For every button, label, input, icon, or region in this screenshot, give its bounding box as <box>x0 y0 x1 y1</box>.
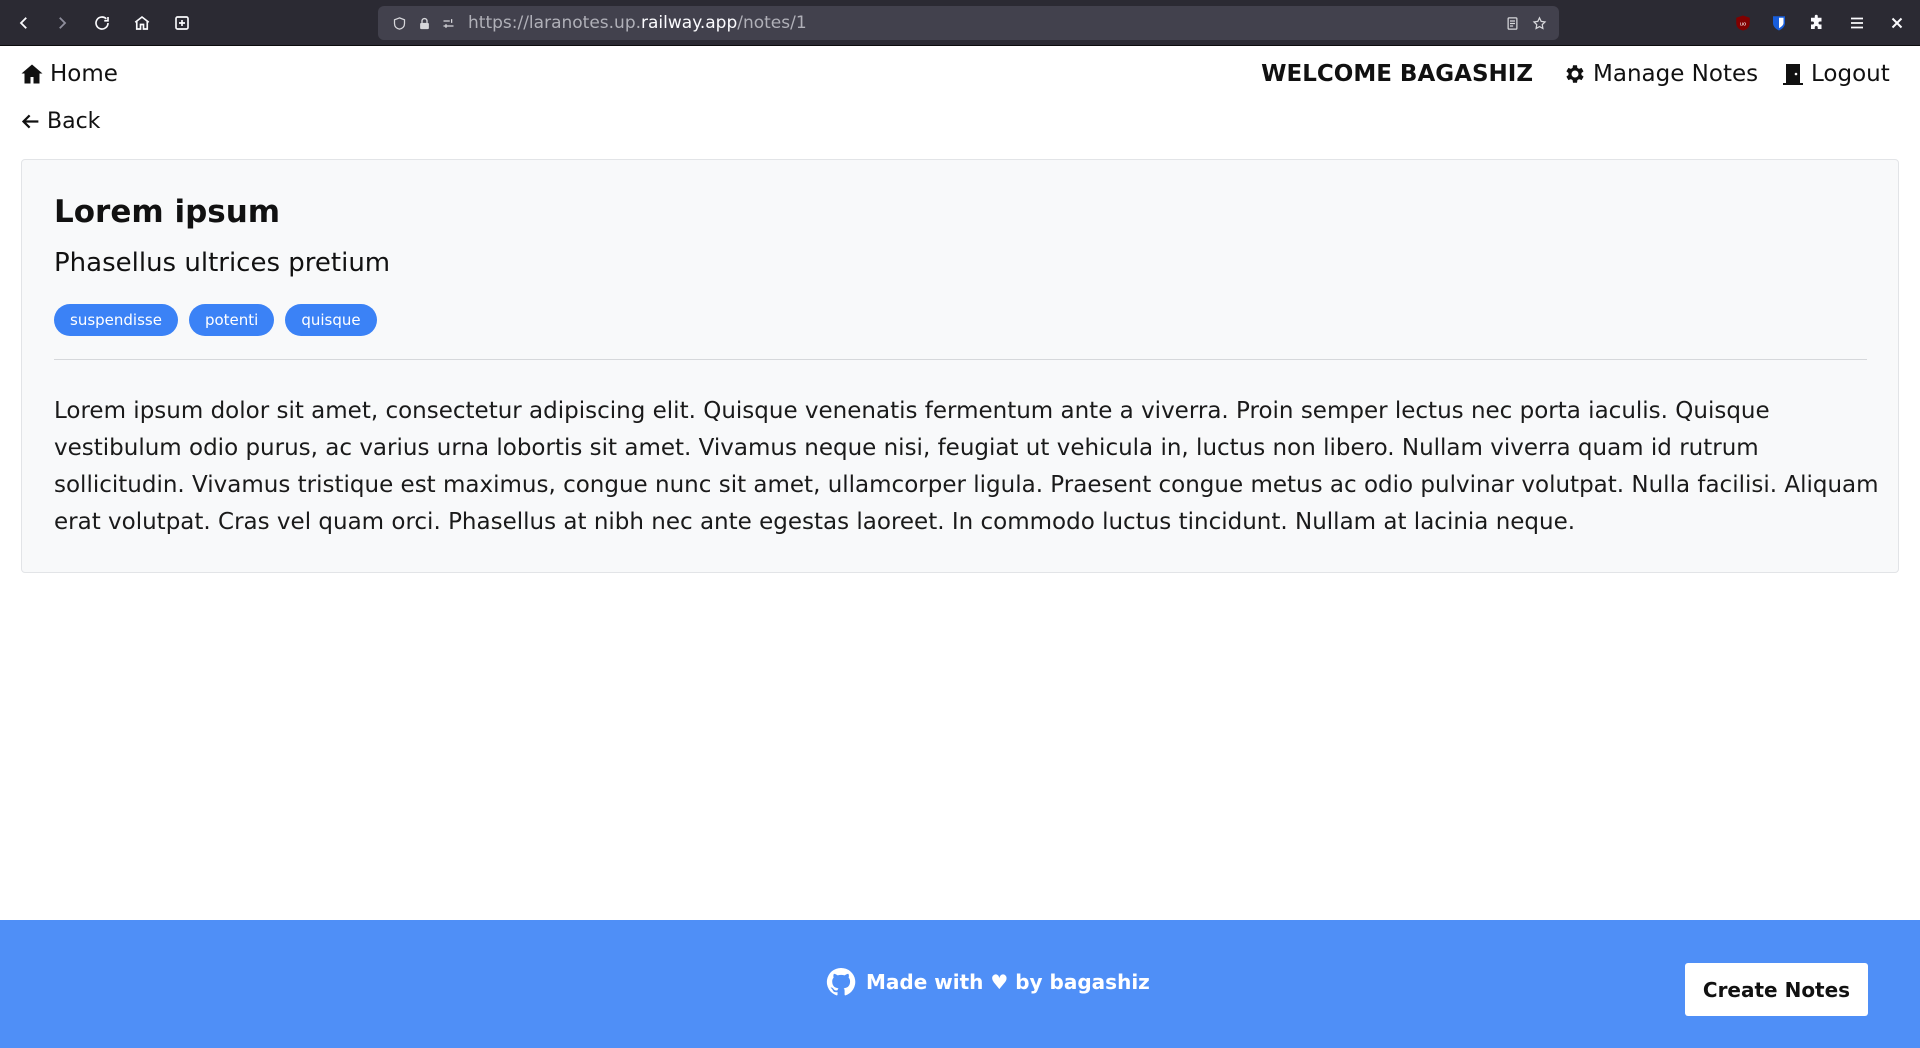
footer-credit[interactable]: Made with ♥ by bagashiz <box>825 966 1150 998</box>
page: Home WELCOME BAGASHIZ Manage Notes Logou… <box>0 47 1920 1048</box>
home-link[interactable]: Home <box>20 61 118 87</box>
create-notes-button[interactable]: Create Notes <box>1685 963 1868 1016</box>
footer: Made with ♥ by bagashiz Create Notes <box>0 920 1920 1048</box>
tag-badge[interactable]: quisque <box>285 304 377 336</box>
close-icon[interactable] <box>1885 11 1909 35</box>
door-icon <box>1783 64 1803 85</box>
logout-link[interactable]: Logout <box>1781 61 1890 87</box>
ublock-icon[interactable]: uo <box>1731 11 1755 35</box>
home-label: Home <box>50 61 118 87</box>
permissions-icon[interactable] <box>439 14 457 32</box>
back-link[interactable]: Back <box>20 109 100 134</box>
home-icon[interactable] <box>126 8 158 38</box>
tag-badge[interactable]: potenti <box>188 304 275 336</box>
forward-icon[interactable] <box>46 8 78 38</box>
shield-icon[interactable] <box>390 14 408 32</box>
reader-view-icon[interactable] <box>1503 14 1521 32</box>
url-text[interactable]: https://laranotes.up.railway.app/notes/1 <box>468 13 807 33</box>
lock-icon[interactable] <box>415 14 433 32</box>
manage-notes-link[interactable]: Manage Notes <box>1563 61 1758 87</box>
welcome-text: WELCOME BAGASHIZ <box>1261 61 1533 87</box>
svg-text:uo: uo <box>1740 21 1747 27</box>
url-host: railway.app <box>641 13 738 33</box>
note-title: Lorem ipsum <box>54 194 281 230</box>
note-subtitle: Phasellus ultrices pretium <box>54 248 391 278</box>
divider <box>54 359 1867 360</box>
url-prefix: https://laranotes.up. <box>468 13 642 33</box>
note-card: Lorem ipsum Phasellus ultrices pretium s… <box>21 159 1899 573</box>
arrow-left-icon <box>21 114 39 129</box>
url-path: /notes/1 <box>737 13 807 33</box>
top-navbar: Home WELCOME BAGASHIZ Manage Notes Logou… <box>0 47 1920 134</box>
home-icon <box>21 64 43 84</box>
reload-icon[interactable] <box>86 8 118 38</box>
back-icon[interactable] <box>8 8 40 38</box>
extensions-icon[interactable] <box>1805 11 1829 35</box>
browser-toolbar: https://laranotes.up.railway.app/notes/1… <box>0 0 1920 46</box>
footer-credit-text: Made with ♥ by bagashiz <box>866 970 1150 994</box>
note-body: Lorem ipsum dolor sit amet, consectetur … <box>54 398 1879 535</box>
back-label: Back <box>47 109 101 134</box>
manage-notes-label: Manage Notes <box>1593 61 1759 87</box>
bookmark-star-icon[interactable] <box>1530 14 1548 32</box>
tag-badge[interactable]: suspendisse <box>54 304 178 336</box>
new-tab-icon[interactable] <box>166 8 198 38</box>
tag-list: suspendisse potenti quisque <box>54 304 377 336</box>
logout-label: Logout <box>1811 61 1890 87</box>
url-bar[interactable]: https://laranotes.up.railway.app/notes/1 <box>378 6 1559 40</box>
bitwarden-icon[interactable] <box>1767 11 1791 35</box>
github-icon <box>826 967 856 996</box>
gear-icon <box>1566 65 1584 83</box>
menu-icon[interactable] <box>1845 11 1869 35</box>
